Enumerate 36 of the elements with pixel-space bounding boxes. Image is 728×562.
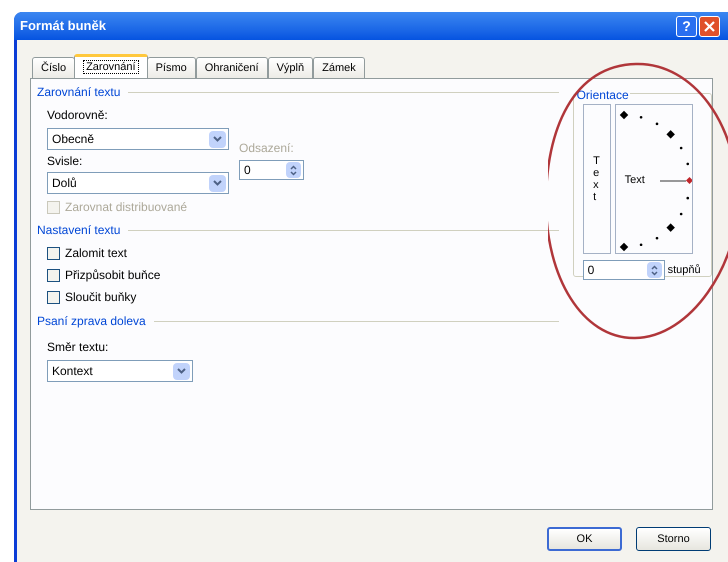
- tab[interactable]: Zámek: [313, 57, 365, 78]
- window-title: Formát buněk: [20, 17, 106, 36]
- dial-text: Text: [624, 173, 645, 188]
- group-heading: Psaní zprava doleva: [37, 313, 146, 330]
- checkbox[interactable]: [47, 268, 60, 282]
- group-heading: Nastavení textu: [37, 222, 120, 239]
- tab[interactable]: Výplň: [268, 57, 314, 78]
- help-button[interactable]: ?: [676, 16, 697, 36]
- checkbox-label: Zalomit text: [65, 245, 128, 262]
- vertical-text: Text: [593, 154, 600, 204]
- checkbox[interactable]: [47, 290, 60, 304]
- tab[interactable]: Číslo: [32, 57, 76, 78]
- field-label: Svisle:: [47, 153, 84, 170]
- checkbox-label: Přizpůsobit buňce: [65, 267, 160, 284]
- vertical-dropdown[interactable]: Dolů: [47, 172, 229, 194]
- text-direction-dropdown[interactable]: Kontext: [47, 360, 193, 382]
- checkbox-label: Sloučit buňky: [65, 289, 136, 306]
- spinner-arrows-icon: [286, 162, 301, 178]
- tab[interactable]: Zarovnání: [74, 54, 148, 78]
- group-heading: Zarovnání textu: [37, 84, 120, 101]
- horizontal-dropdown[interactable]: Obecně: [47, 128, 229, 150]
- dialog-button[interactable]: Storno: [636, 527, 711, 551]
- field-label: Vodorovně:: [47, 107, 109, 124]
- tab[interactable]: Písmo: [146, 57, 196, 78]
- close-icon: [704, 20, 715, 32]
- dialog-button[interactable]: OK: [547, 527, 622, 551]
- field-label: Směr textu:: [47, 339, 110, 356]
- unit-label: stupňů: [668, 262, 701, 278]
- field-label: Odsazení:: [239, 140, 295, 157]
- vertical-text-button[interactable]: Text: [582, 104, 611, 254]
- tab[interactable]: Ohraničení: [196, 57, 268, 78]
- checkbox-label: Zarovnat distribuované: [65, 199, 188, 216]
- spinner-arrows-icon: [646, 262, 662, 278]
- checkbox[interactable]: [47, 246, 60, 260]
- degrees-spinner[interactable]: 0: [582, 260, 665, 280]
- close-button[interactable]: [699, 16, 720, 36]
